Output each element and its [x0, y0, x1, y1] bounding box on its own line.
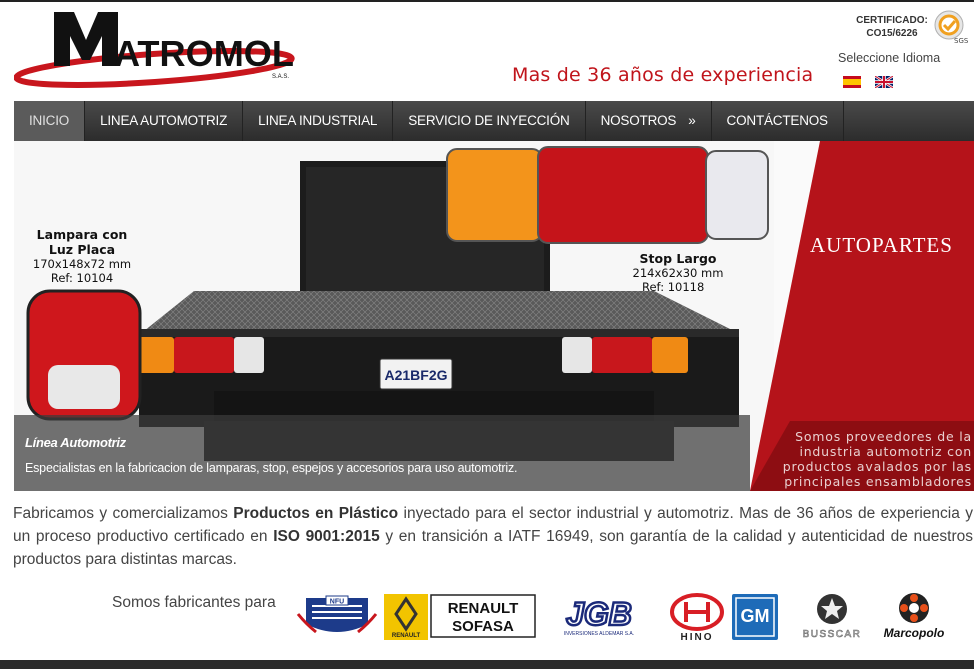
- english-flag-icon[interactable]: [875, 76, 893, 88]
- intro-paragraph: Fabricamos y comercializamos Productos e…: [13, 502, 973, 571]
- busscar-logo[interactable]: BUSSCAR: [788, 592, 876, 642]
- spanish-flag-icon[interactable]: [843, 76, 861, 88]
- intro-text-1: Fabricamos y comercializamos: [13, 505, 234, 522]
- license-plate: A21BF2G: [384, 367, 447, 383]
- nav-nosotros-label: NOSOTROS: [600, 113, 677, 128]
- svg-text:S.A.S.: S.A.S.: [272, 74, 289, 80]
- svg-text:SOFASA: SOFASA: [452, 618, 514, 635]
- svg-text:RENAULT: RENAULT: [392, 633, 421, 639]
- left-product-title-2: Luz Placa: [48, 242, 116, 257]
- marcopolo-logo[interactable]: Marcopolo: [876, 590, 952, 642]
- svg-text:INVERSIONES ALDEMAR S.A.: INVERSIONES ALDEMAR S.A.: [564, 631, 634, 637]
- renault-sofasa-logo[interactable]: RENAULT SOFASA: [430, 594, 536, 638]
- svg-text:BUSSCAR: BUSSCAR: [803, 629, 862, 640]
- left-product-size: 170x148x72 mm: [32, 257, 132, 271]
- svg-text:GM: GM: [741, 606, 770, 626]
- right-product-size: 214x62x30 mm: [632, 266, 724, 280]
- svg-text:ATROMOL: ATROMOL: [114, 33, 294, 74]
- nav-contactenos[interactable]: CONTÁCTENOS: [712, 101, 844, 141]
- slide-caption-text: Especialistas en la fabricacion de lampa…: [25, 461, 518, 475]
- autopartes-caption: Somos proveedores de la industria automo…: [782, 429, 972, 489]
- intro-bold-plastico: Productos en Plástico: [233, 505, 399, 522]
- makers-label: Somos fabricantes para: [112, 594, 276, 611]
- intro-bold-iso: ISO 9001:2015: [273, 528, 380, 545]
- autopartes-title: AUTOPARTES: [810, 233, 953, 257]
- renault-logo[interactable]: RENAULT: [384, 594, 428, 640]
- nav-linea-industrial[interactable]: LINEA INDUSTRIAL: [243, 101, 394, 141]
- svg-text:NFU: NFU: [330, 599, 344, 606]
- nav-nosotros-arrow: »: [688, 113, 696, 128]
- cert-label: CERTIFICADO:: [856, 15, 928, 26]
- cert-code: CO15/6226: [866, 28, 918, 39]
- language-label: Seleccione Idioma: [838, 51, 941, 65]
- gm-logo[interactable]: GM: [732, 594, 778, 640]
- right-product-ref: Ref: 10118: [642, 280, 705, 294]
- nfu-logo[interactable]: NFU: [296, 594, 378, 640]
- nav-servicio-inyeccion[interactable]: SERVICIO DE INYECCIÓN: [393, 101, 586, 141]
- svg-text:SGS: SGS: [954, 37, 968, 45]
- hino-logo[interactable]: HINO: [668, 592, 726, 642]
- right-product-title: Stop Largo: [639, 251, 717, 266]
- certificate-info: CERTIFICADO: CO15/6226: [853, 14, 931, 40]
- svg-text:JGB: JGB: [566, 598, 632, 632]
- slide-caption: Línea Automotriz Especialistas en la fab…: [14, 415, 750, 491]
- left-product-ref: Ref: 10104: [50, 271, 114, 285]
- jgb-logo[interactable]: JGB INVERSIONES ALDEMAR S.A.: [539, 598, 661, 638]
- hero-banner[interactable]: A21BF2G AUTOPARTES Somos proveedores de …: [14, 141, 974, 491]
- svg-text:Marcopolo: Marcopolo: [884, 626, 945, 640]
- nav-inicio[interactable]: INICIO: [14, 101, 86, 141]
- left-product-label: Lampara con Luz Placa 170x148x72 mm Ref:…: [26, 227, 138, 285]
- main-nav: INICIO LINEA AUTOMOTRIZ LINEA INDUSTRIAL…: [14, 101, 974, 141]
- nav-nosotros[interactable]: NOSOTROS »: [586, 101, 712, 141]
- slide-caption-title: Línea Automotriz: [25, 435, 126, 450]
- svg-text:HINO: HINO: [681, 632, 714, 642]
- sgs-cert-icon: SGS: [934, 10, 968, 45]
- top-border: [0, 0, 974, 2]
- tagline: Mas de 36 años de experiencia: [512, 64, 814, 86]
- left-product-title-1: Lampara con: [36, 227, 128, 242]
- bottom-border: [0, 660, 974, 669]
- nav-linea-automotriz[interactable]: LINEA AUTOMOTRIZ: [85, 101, 244, 141]
- right-product-label: Stop Largo 214x62x30 mm Ref: 10118: [628, 251, 728, 294]
- svg-text:RENAULT: RENAULT: [448, 600, 519, 617]
- matromol-logo[interactable]: ATROMOL S.A.S.: [14, 8, 304, 88]
